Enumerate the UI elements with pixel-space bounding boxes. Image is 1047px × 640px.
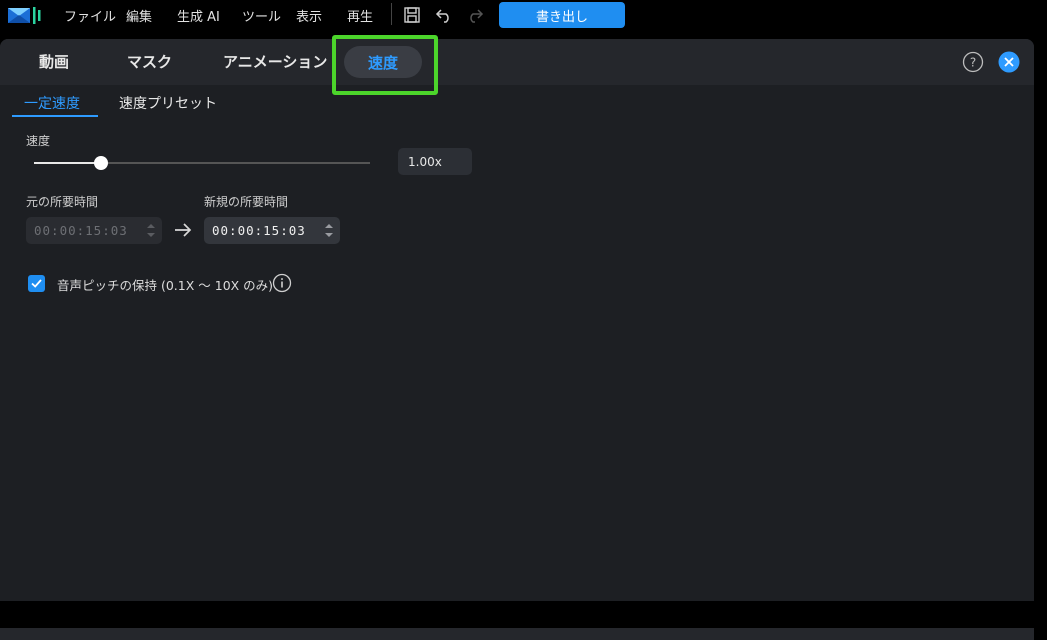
subtab-underline [12,115,98,117]
new-duration-value[interactable]: 00:00:15:03 [212,223,306,238]
speed-label: 速度 [26,134,51,148]
pitch-label[interactable]: 音声ピッチの保持 (0.1X 〜 10X のみ) [57,275,273,294]
svg-text:?: ? [970,56,976,70]
new-duration-field[interactable]: 00:00:15:03 [204,217,340,244]
speed-value-input[interactable]: 1.00x [398,148,472,175]
redo-icon[interactable] [464,4,486,26]
menu-bar: ファイル 編集 生成 AI ツール 表示 再生 書き出し [0,0,1047,30]
tab-bar: 動画 マスク アニメーション 速度 ? [0,35,1034,95]
tab-animation[interactable]: アニメーション [223,51,327,72]
save-icon[interactable] [401,4,423,26]
menu-file[interactable]: ファイル [64,6,116,25]
tab-video[interactable]: 動画 [39,51,69,72]
new-duration-label: 新規の所要時間 [204,195,289,209]
menu-separator [391,3,392,25]
menu-view[interactable]: 表示 [296,6,322,25]
original-duration-stepper [147,224,155,237]
pitch-checkbox[interactable] [28,275,45,292]
speed-slider-thumb[interactable] [94,156,109,170]
app-logo-icon[interactable] [8,4,44,26]
subtab-constant-speed[interactable]: 一定速度 [24,93,80,113]
tab-speed[interactable]: 速度 [344,46,422,78]
panel-footer [0,628,1034,640]
speed-panel: 動画 マスク アニメーション 速度 ? 一定速度 速度プリセット 速度 1.00… [0,35,1034,640]
info-icon[interactable] [272,273,292,293]
menu-edit[interactable]: 編集 [126,6,152,25]
window-edge [1034,39,1047,601]
help-icon[interactable]: ? [962,51,984,73]
original-duration-value: 00:00:15:03 [34,223,128,238]
original-duration-field: 00:00:15:03 [26,217,162,244]
tab-mask[interactable]: マスク [127,51,172,72]
export-button[interactable]: 書き出し [499,2,625,28]
checkmark-icon [31,279,42,288]
new-duration-stepper[interactable] [324,220,334,241]
original-duration-label: 元の所要時間 [26,195,99,209]
undo-icon[interactable] [433,4,455,26]
menu-generative-ai[interactable]: 生成 AI [177,6,220,25]
subtab-speed-presets[interactable]: 速度プリセット [119,93,217,113]
menu-playback[interactable]: 再生 [347,6,373,25]
arrow-right-icon [175,223,192,237]
menu-tools[interactable]: ツール [242,6,281,25]
speed-slider-fill [34,162,102,164]
close-icon[interactable] [998,51,1020,73]
